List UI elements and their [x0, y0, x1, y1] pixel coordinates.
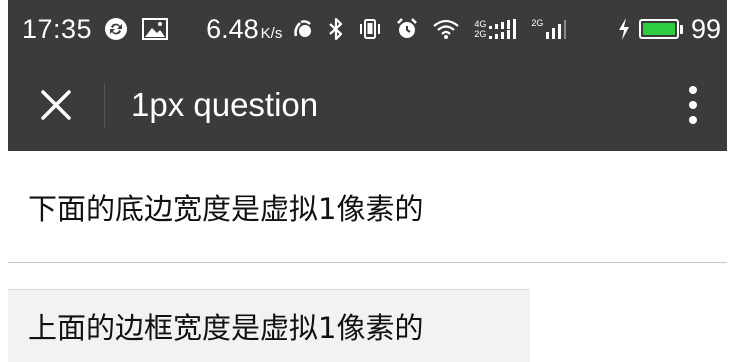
wifi-icon [432, 18, 460, 40]
signal-icon: 4G 2G [474, 19, 517, 39]
vibrate-icon [358, 18, 382, 40]
title-divider [104, 82, 105, 127]
signal-label-2g-second: 2G [531, 18, 544, 28]
network-speed: 6.48 K/s [206, 14, 282, 45]
phone-screen: 17:35 6.48 K/s 4G 2G 2G 99 1px question … [8, 0, 727, 362]
top-border-row: 上面的边框宽度是虚拟1像素的 [8, 289, 530, 362]
status-bar: 17:35 6.48 K/s 4G 2G 2G 99 [8, 0, 727, 58]
nfc-icon [292, 18, 314, 40]
image-icon [142, 18, 169, 40]
network-speed-value: 6.48 [206, 13, 259, 44]
page-title: 1px question [131, 85, 319, 123]
signal-strength-icon: 2G [531, 18, 567, 40]
page-content: 下面的底边宽度是虚拟1像素的 上面的边框宽度是虚拟1像素的 [8, 151, 727, 362]
top-border-row-text: 上面的边框宽度是虚拟1像素的 [28, 311, 424, 345]
charging-icon [617, 17, 631, 41]
close-button[interactable] [8, 58, 104, 151]
signal-label-2g: 2G [474, 29, 487, 39]
title-bar: 1px question [8, 58, 727, 151]
sync-icon [104, 17, 128, 41]
battery-icon [638, 19, 683, 39]
signal-label-4g: 4G [474, 19, 487, 29]
bottom-border-row-text: 下面的底边宽度是虚拟1像素的 [28, 191, 424, 226]
bluetooth-icon [328, 17, 344, 41]
status-time: 17:35 [22, 13, 93, 44]
close-icon [41, 89, 71, 120]
battery-level: 99 [690, 13, 721, 44]
network-speed-unit: K/s [260, 24, 283, 42]
more-button[interactable] [663, 58, 723, 151]
more-vertical-icon [689, 85, 697, 124]
bottom-border-row: 下面的底边宽度是虚拟1像素的 [8, 151, 727, 263]
alarm-icon [396, 18, 418, 40]
battery-fill [642, 23, 675, 35]
